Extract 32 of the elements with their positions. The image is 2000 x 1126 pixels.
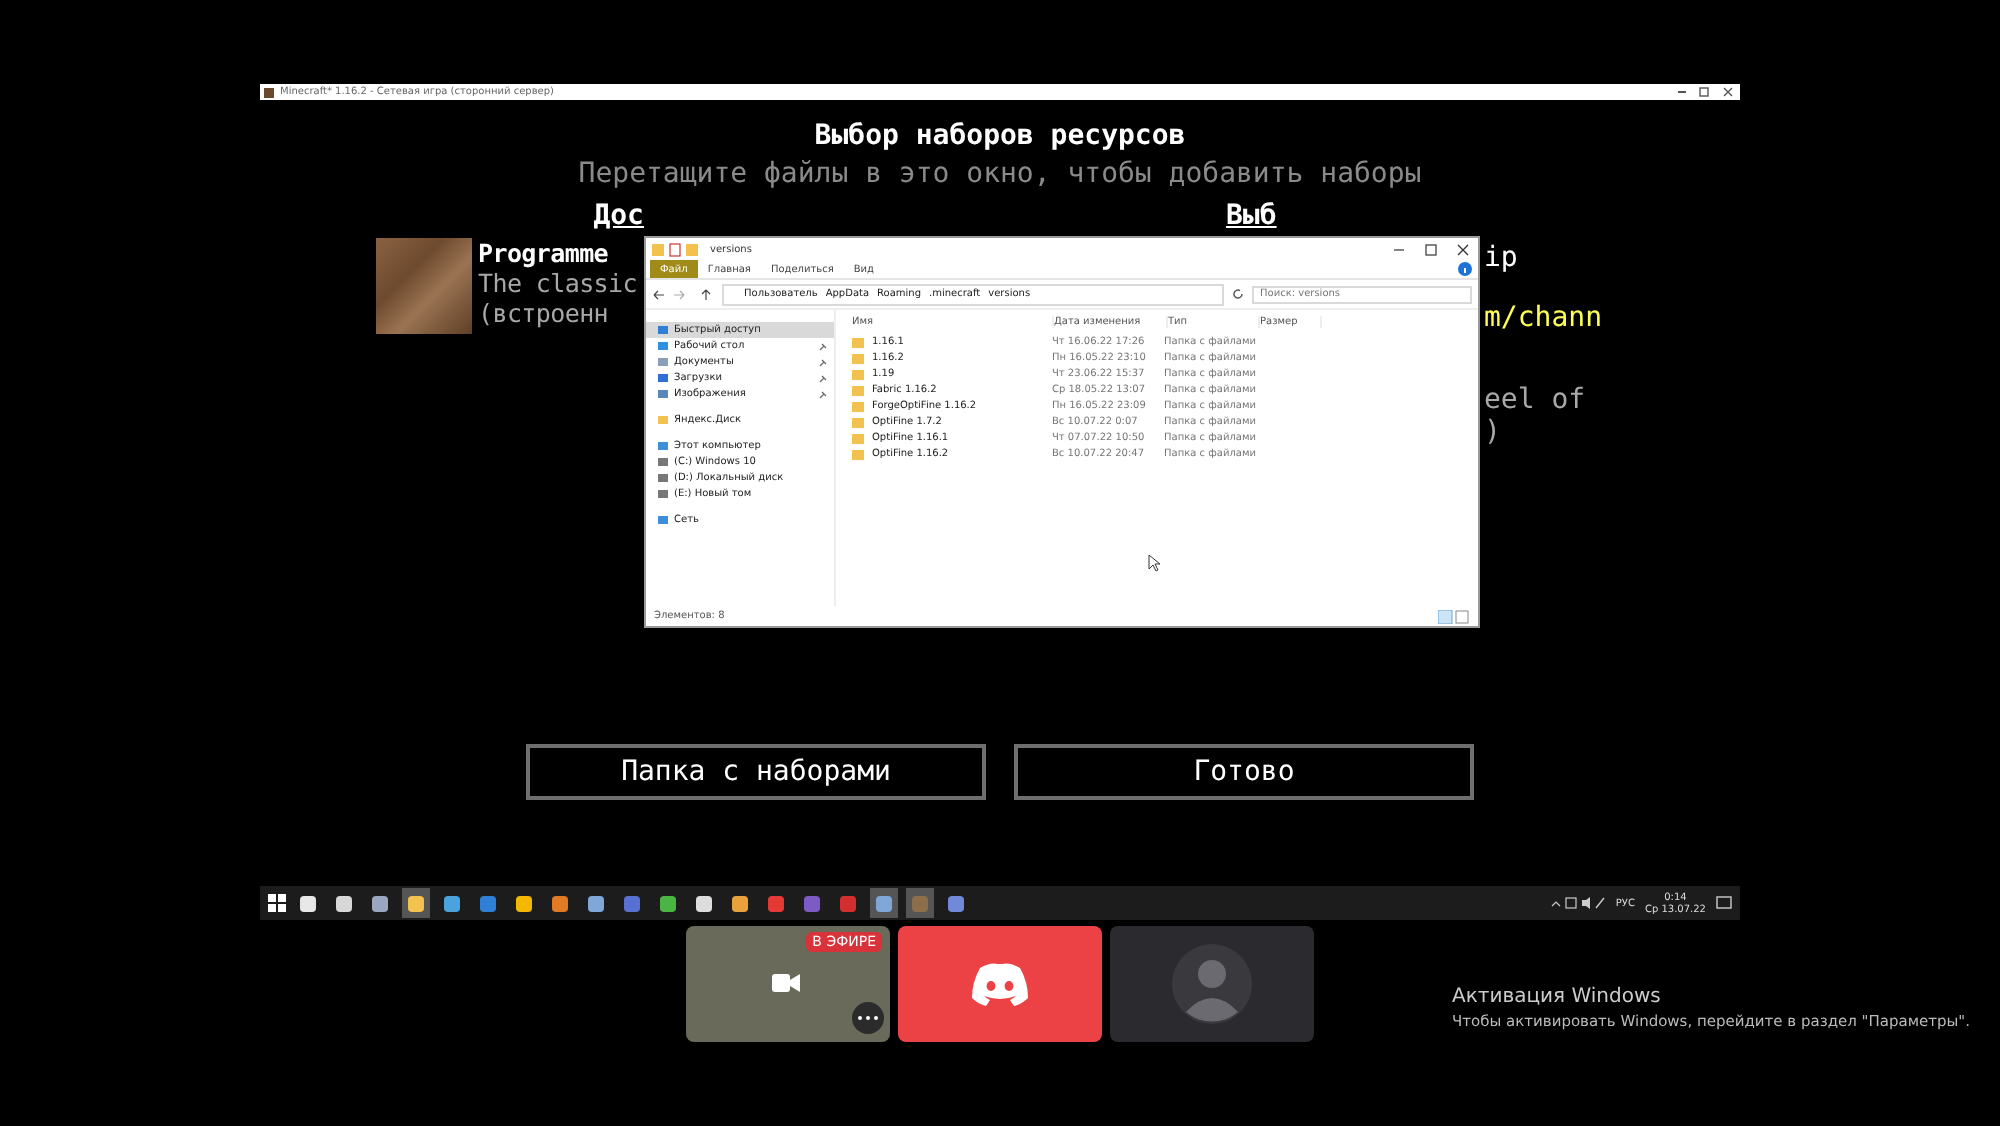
dirt-block-icon <box>376 238 472 334</box>
menu-button[interactable]: Папка с наборами <box>526 744 986 800</box>
column-header: Выб <box>1226 200 1277 232</box>
pack-text: m/chann <box>1484 302 1603 334</box>
gamepad-face-icon <box>970 962 1030 1006</box>
pack-text: (встроенн <box>478 298 611 328</box>
pack-text: The classic <box>478 268 637 298</box>
navigation-arrows-icon[interactable] <box>652 287 716 301</box>
pack-text: Programme <box>478 238 611 268</box>
window-controls-icon[interactable] <box>1676 86 1736 98</box>
window-controls-icon[interactable] <box>1392 241 1472 257</box>
column-header: Дос <box>593 200 644 232</box>
menu-button[interactable]: Готово <box>1014 744 1474 800</box>
mouse-cursor-icon <box>1148 554 1160 572</box>
screen-title: Выбор наборов ресурсов <box>814 120 1186 152</box>
refresh-icon[interactable] <box>1230 286 1246 302</box>
system-tray-icon[interactable] <box>1549 896 1606 910</box>
block-icon <box>264 87 274 97</box>
participant-tile[interactable] <box>1110 926 1314 1042</box>
quick-access-toolbar-icon[interactable] <box>652 241 704 257</box>
camera-icon <box>772 974 800 992</box>
start-icon[interactable] <box>268 894 286 912</box>
pack-text: ip <box>1484 242 1518 274</box>
pack-text: ) <box>1484 416 1501 448</box>
more-options-button[interactable] <box>852 1002 884 1034</box>
avatar-silhouette-icon <box>1172 944 1252 1024</box>
notifications-icon[interactable] <box>1716 895 1732 911</box>
drop-hint: Перетащите файлы в это окно, чтобы добавить наборы <box>578 158 1422 190</box>
participant-tile[interactable] <box>898 926 1102 1042</box>
help-icon[interactable] <box>1458 262 1472 276</box>
pack-text: eel of <box>1484 384 1586 416</box>
activation-title: Активация Windows <box>1452 986 1663 1008</box>
